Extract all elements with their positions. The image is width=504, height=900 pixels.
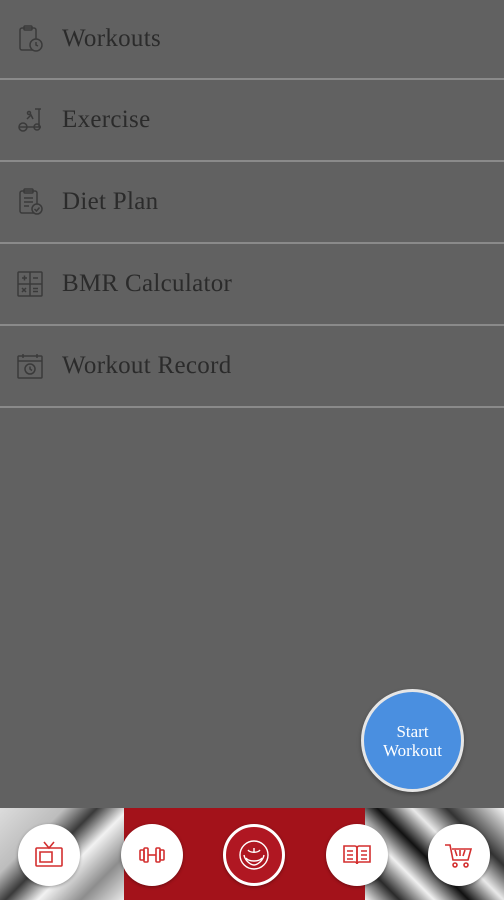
- calculator-icon: [14, 268, 46, 300]
- diet-checklist-icon: [14, 186, 46, 218]
- menu-item-label: Workout Record: [62, 352, 232, 379]
- start-workout-label-line2: Workout: [382, 740, 443, 760]
- treadmill-icon: [14, 104, 46, 136]
- menu-item-exercise[interactable]: Exercise: [0, 80, 504, 162]
- nav-home-button[interactable]: [223, 824, 285, 886]
- start-workout-button[interactable]: Start Workout: [361, 689, 464, 792]
- menu-item-label: Diet Plan: [62, 188, 159, 215]
- nav-tv-button[interactable]: [18, 824, 80, 886]
- nav-shop-button[interactable]: [428, 824, 490, 886]
- menu-item-label: BMR Calculator: [62, 270, 233, 297]
- menu-item-label: Exercise: [62, 106, 151, 133]
- start-workout-label-line1: Start: [396, 721, 429, 741]
- nav-guide-button[interactable]: [326, 824, 388, 886]
- side-menu: Workouts Exercise Diet Plan BMR Calculat…: [0, 0, 504, 408]
- menu-item-workouts[interactable]: Workouts: [0, 0, 504, 80]
- emblem-icon: [239, 840, 269, 870]
- book-icon: [343, 845, 371, 865]
- cart-icon: [445, 844, 473, 868]
- menu-item-diet-plan[interactable]: Diet Plan: [0, 162, 504, 244]
- menu-item-bmr-calculator[interactable]: BMR Calculator: [0, 244, 504, 326]
- nav-workouts-button[interactable]: [121, 824, 183, 886]
- tv-icon: [35, 841, 63, 867]
- menu-item-label: Workouts: [62, 25, 161, 52]
- bottom-navigation: [0, 808, 504, 900]
- calendar-clock-icon: [14, 350, 46, 382]
- clipboard-timer-icon: [14, 23, 46, 55]
- menu-item-workout-record[interactable]: Workout Record: [0, 326, 504, 408]
- dumbbell-icon: [139, 847, 165, 863]
